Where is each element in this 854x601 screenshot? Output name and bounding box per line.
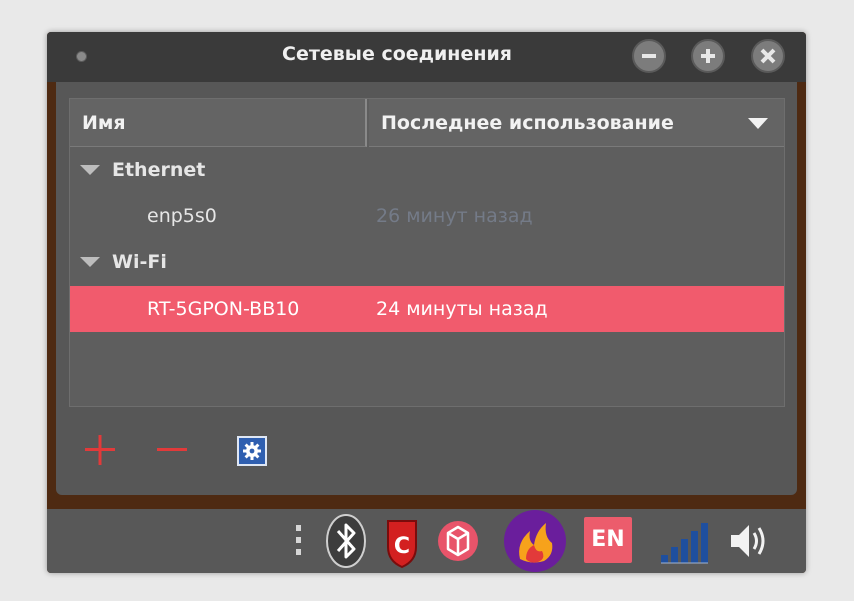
group-label: Ethernet: [112, 159, 206, 181]
tray-volume[interactable]: [727, 509, 773, 573]
add-connection-button[interactable]: [82, 432, 118, 468]
tray-package[interactable]: [437, 509, 479, 573]
tray-bluetooth[interactable]: [325, 509, 367, 573]
handle-icon: [296, 525, 301, 555]
tray-network[interactable]: [659, 509, 709, 573]
minimize-button[interactable]: [632, 39, 666, 73]
connection-last-used: 26 минут назад: [376, 205, 533, 227]
connection-row[interactable]: enp5s0 26 минут назад: [70, 193, 784, 239]
connections-tree[interactable]: Имя Последнее использование Ethernet enp…: [69, 98, 785, 407]
close-icon: [760, 48, 776, 64]
window-content: Имя Последнее использование Ethernet enp…: [56, 82, 797, 495]
column-header-last-used[interactable]: Последнее использование: [369, 99, 784, 147]
tray-handle[interactable]: [293, 509, 303, 573]
network-connections-window: Сетевые соединения Имя Последнее использ…: [47, 32, 806, 573]
plus-icon: [701, 49, 715, 63]
shield-icon: C: [387, 520, 417, 569]
bluetooth-icon: [326, 514, 366, 568]
edit-connection-button[interactable]: [237, 436, 267, 466]
flame-app-icon: [504, 510, 566, 572]
group-label: Wi-Fi: [112, 251, 167, 273]
title-bar[interactable]: Сетевые соединения: [47, 32, 806, 82]
volume-icon: [731, 525, 765, 557]
close-button[interactable]: [751, 39, 785, 73]
minimize-icon: [642, 54, 656, 58]
action-toolbar: [82, 432, 302, 472]
tray-security[interactable]: C: [384, 509, 420, 573]
connection-row-selected[interactable]: RT-5GPON-BB10 24 минуты назад: [70, 286, 784, 332]
column-name-label: Имя: [82, 112, 126, 134]
gear-icon: [243, 442, 261, 460]
remove-connection-button[interactable]: [154, 432, 190, 468]
expander-down-icon: [80, 257, 100, 267]
expander-down-icon: [80, 165, 100, 175]
sort-down-icon: [748, 118, 768, 129]
group-row-ethernet[interactable]: Ethernet: [70, 147, 784, 193]
connection-last-used: 24 минуты назад: [376, 298, 548, 320]
column-header-name[interactable]: Имя: [70, 99, 367, 147]
column-last-used-label: Последнее использование: [381, 112, 674, 134]
connection-name: enp5s0: [147, 205, 217, 227]
package-icon: [438, 521, 478, 561]
group-row-wifi[interactable]: Wi-Fi: [70, 239, 784, 285]
svg-text:C: C: [394, 534, 410, 559]
tray-app[interactable]: [502, 509, 568, 573]
system-tray-panel: C EN: [47, 509, 806, 573]
maximize-button[interactable]: [691, 39, 725, 73]
keyboard-layout-indicator[interactable]: EN: [584, 517, 632, 563]
connection-name: RT-5GPON-BB10: [147, 298, 300, 320]
network-signal-icon: [661, 523, 708, 564]
